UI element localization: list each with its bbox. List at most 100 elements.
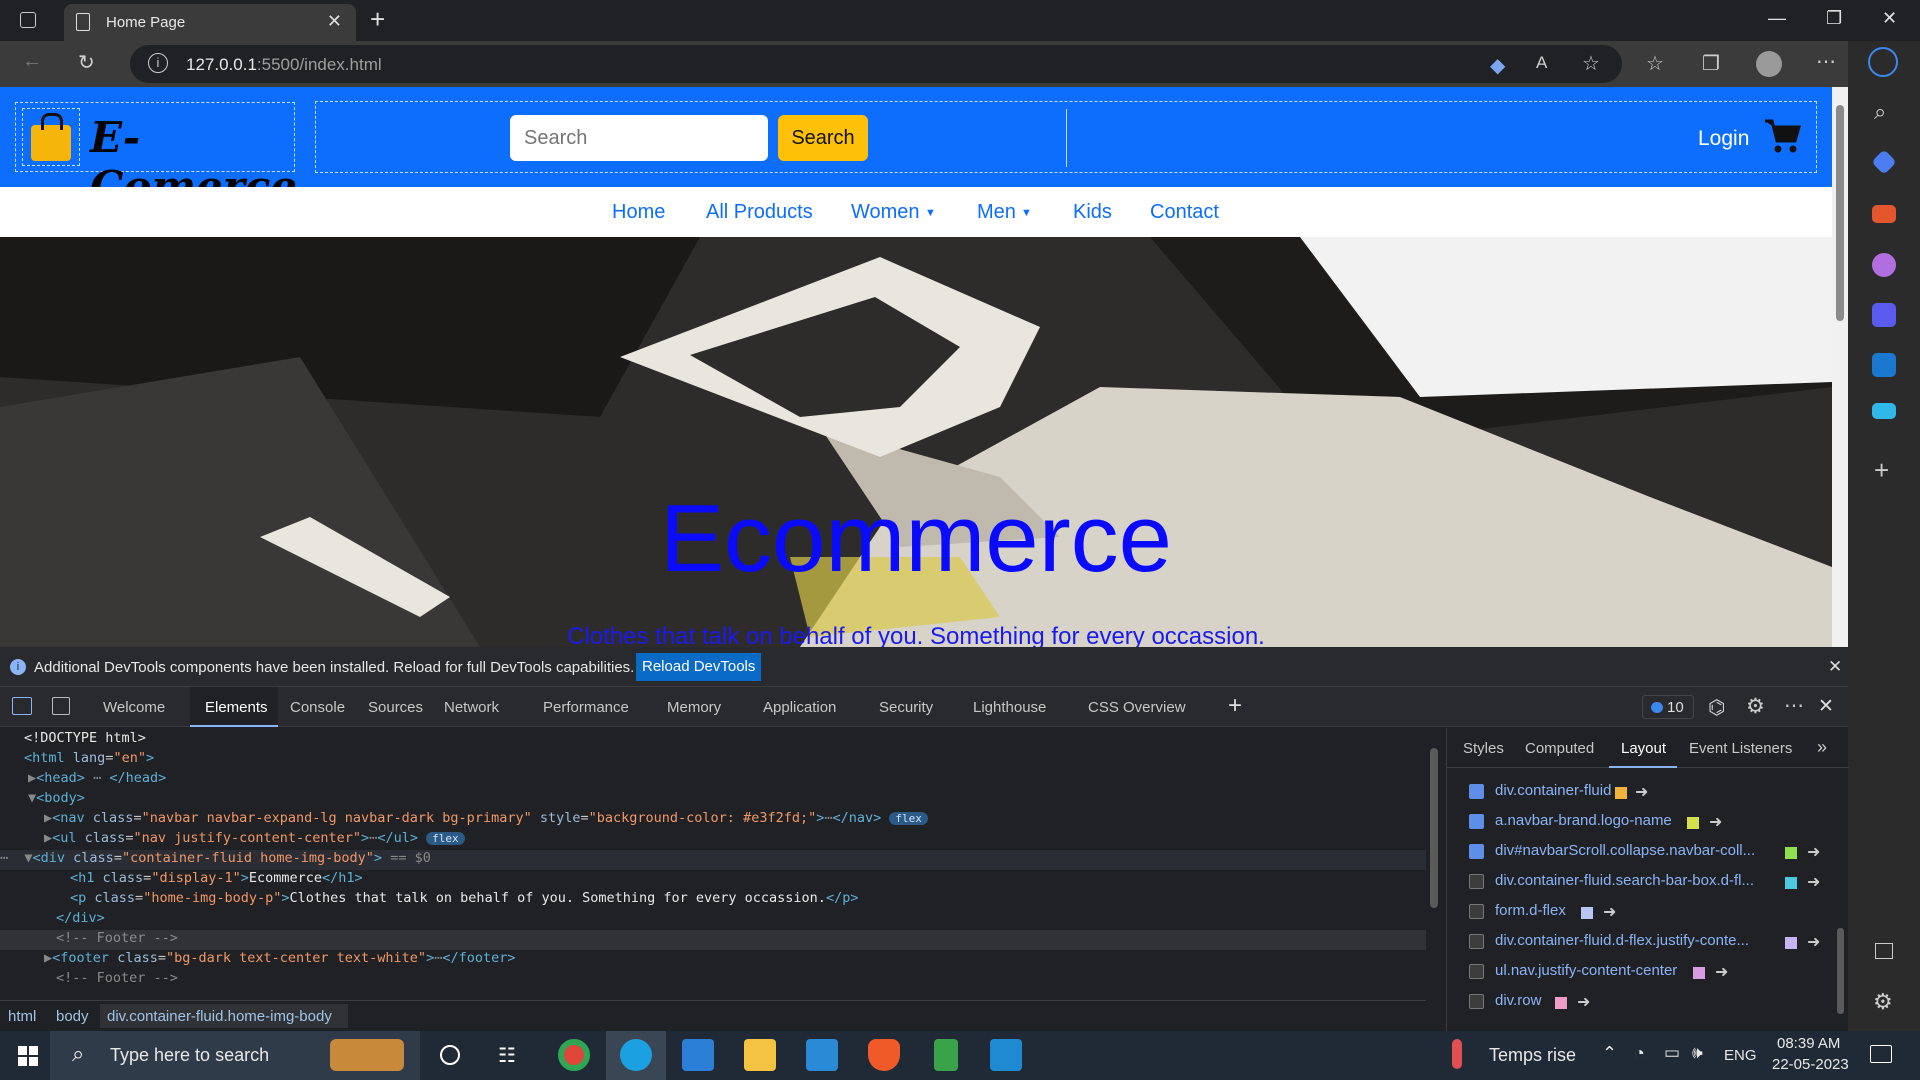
brave-icon[interactable] (868, 1039, 900, 1071)
layout-checkbox[interactable] (1469, 874, 1484, 889)
new-tab-icon[interactable]: + (370, 4, 385, 35)
nav-kids[interactable]: Kids (1073, 201, 1112, 224)
vscode-icon[interactable] (990, 1039, 1022, 1071)
url-bar[interactable]: i 127.0.0.1:5500/index.html ◆ A ☆ (130, 45, 1622, 83)
sidebar-toggle-icon[interactable] (1875, 943, 1893, 959)
taskbar-search[interactable]: ⌕ Type here to search (50, 1031, 420, 1080)
cortana-icon[interactable] (440, 1045, 460, 1065)
login-link[interactable]: Login (1698, 127, 1749, 151)
layout-checkbox[interactable] (1469, 784, 1484, 799)
layout-checkbox[interactable] (1469, 994, 1484, 1009)
device-toolbar-icon[interactable] (52, 697, 70, 715)
games-icon[interactable] (1872, 253, 1896, 277)
reveal-icon[interactable]: ➜ (1807, 842, 1820, 862)
tab-network[interactable]: Network (444, 699, 499, 716)
dom-line-footer-comment[interactable]: <!-- Footer --> (0, 930, 1426, 950)
tools-icon[interactable] (1872, 205, 1896, 223)
favorites-icon[interactable]: ☆ (1646, 51, 1664, 76)
color-swatch[interactable] (1785, 877, 1797, 889)
dom-line-p[interactable]: <p class="home-img-body-p">Clothes that … (70, 890, 858, 910)
elements-scrollbar[interactable] (1430, 748, 1438, 908)
tab-layout[interactable]: Layout (1621, 740, 1666, 757)
close-devtools-icon[interactable]: ✕ (1818, 695, 1834, 718)
mail-icon[interactable] (682, 1039, 714, 1071)
file-explorer-icon[interactable] (744, 1039, 776, 1071)
page-scrollbar[interactable] (1832, 87, 1848, 647)
dom-line-footer[interactable]: ▶<footer class="bg-dark text-center text… (44, 950, 516, 970)
reveal-icon[interactable]: ➜ (1709, 812, 1722, 832)
coupon-icon[interactable]: ◆ (1490, 53, 1505, 78)
windows-start-icon[interactable] (18, 1046, 38, 1066)
weather-icon[interactable] (1452, 1039, 1462, 1069)
search-icon[interactable]: ⌕ (1874, 99, 1886, 125)
dom-line-head[interactable]: ▶<head> ⋯ </head> (28, 770, 166, 790)
issues-badge[interactable]: 10 (1642, 695, 1694, 719)
drop-icon[interactable] (1872, 403, 1896, 419)
reveal-icon[interactable]: ➜ (1807, 932, 1820, 952)
layout-checkbox[interactable] (1469, 844, 1484, 859)
color-swatch[interactable] (1687, 817, 1699, 829)
shopping-icon[interactable] (1871, 149, 1897, 175)
dom-line-div-selected[interactable]: ⋯ ▼<div class="container-fluid home-img-… (0, 850, 1426, 870)
tab-console[interactable]: Console (290, 699, 345, 716)
reveal-icon[interactable]: ➜ (1807, 872, 1820, 892)
close-infobar-icon[interactable]: ✕ (1828, 657, 1842, 677)
layout-checkbox[interactable] (1469, 814, 1484, 829)
maximize-icon[interactable]: ❐ (1826, 8, 1842, 29)
cart-icon[interactable] (1763, 117, 1801, 155)
tab-css-overview[interactable]: CSS Overview (1088, 699, 1186, 716)
close-window-icon[interactable]: ✕ (1882, 8, 1897, 29)
color-swatch[interactable] (1693, 967, 1705, 979)
crumb-div[interactable]: div.container-fluid.home-img-body (107, 1008, 332, 1025)
reveal-icon[interactable]: ➜ (1715, 962, 1728, 982)
git-icon[interactable] (934, 1039, 958, 1071)
tab-application[interactable]: Application (763, 699, 836, 716)
notifications-icon[interactable] (1870, 1045, 1892, 1063)
search-input[interactable] (510, 115, 768, 161)
dom-line-footer-comment-2[interactable]: <!-- Footer --> (56, 970, 178, 990)
edge-icon[interactable] (620, 1039, 652, 1071)
close-tab-icon[interactable]: ✕ (327, 11, 342, 32)
tab-security[interactable]: Security (879, 699, 933, 716)
color-swatch[interactable] (1785, 937, 1797, 949)
layout-checkbox[interactable] (1469, 964, 1484, 979)
bing-icon[interactable] (1868, 47, 1898, 77)
reveal-icon[interactable]: ➜ (1603, 902, 1616, 922)
collections-icon[interactable]: ❐ (1702, 51, 1720, 76)
reload-devtools-button[interactable]: Reload DevTools (636, 653, 762, 681)
clock-date[interactable]: 22-05-2023 (1772, 1056, 1849, 1073)
scrollbar-thumb[interactable] (1836, 105, 1844, 321)
read-aloud-icon[interactable]: A (1536, 53, 1547, 73)
crumb-html[interactable]: html (8, 1008, 36, 1025)
nav-all-products[interactable]: All Products (706, 201, 813, 224)
task-view-icon[interactable]: ☷ (498, 1043, 516, 1068)
layout-checkbox[interactable] (1469, 934, 1484, 949)
color-swatch[interactable] (1615, 787, 1627, 799)
tab-performance[interactable]: Performance (543, 699, 629, 716)
add-favorite-icon[interactable]: ☆ (1582, 51, 1600, 76)
connection-icon[interactable]: ⌬ (1708, 695, 1725, 720)
crumb-body[interactable]: body (56, 1008, 89, 1025)
dom-line-body[interactable]: ▼<body> (28, 790, 85, 810)
volume-icon[interactable]: 🕪 (1692, 1043, 1703, 1063)
devtools-more-icon[interactable]: ⋯ (1784, 693, 1804, 718)
dom-line-h1[interactable]: <h1 class="display-1">Ecommerce</h1> (70, 870, 363, 890)
color-swatch[interactable] (1581, 907, 1593, 919)
nav-men[interactable]: Men (977, 201, 1016, 224)
tab-welcome[interactable]: Welcome (103, 699, 165, 716)
chrome-icon[interactable] (558, 1039, 590, 1071)
nav-contact[interactable]: Contact (1150, 201, 1219, 224)
tab-elements[interactable]: Elements (205, 699, 268, 716)
devtools-settings-icon[interactable]: ⚙ (1746, 694, 1765, 719)
tab-sources[interactable]: Sources (368, 699, 423, 716)
tab-memory[interactable]: Memory (667, 699, 721, 716)
minimize-icon[interactable]: — (1768, 8, 1786, 29)
office-icon[interactable] (1872, 303, 1896, 327)
back-icon[interactable]: ← (22, 50, 42, 73)
dom-line-doctype[interactable]: <!DOCTYPE html> (24, 730, 146, 750)
color-swatch[interactable] (1555, 997, 1567, 1009)
battery-icon[interactable]: ▭ (1664, 1043, 1680, 1063)
browser-tab[interactable]: Home Page ✕ (64, 4, 356, 41)
media-player-icon[interactable] (806, 1039, 838, 1071)
site-info-icon[interactable]: i (148, 53, 168, 73)
